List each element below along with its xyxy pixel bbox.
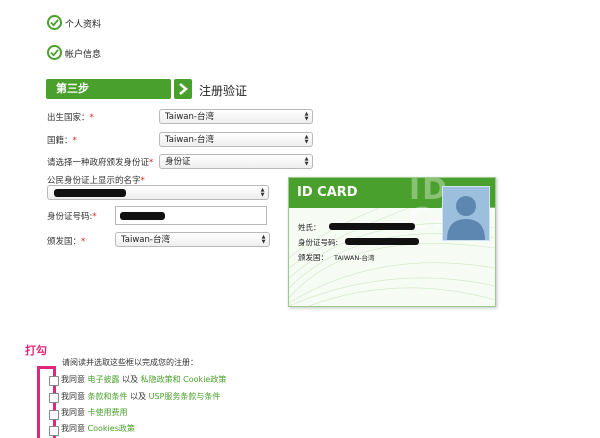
nationality-select[interactable]: Taiwan-台湾 ▲ ▼	[159, 132, 313, 147]
step-badge: 第三步	[46, 79, 171, 99]
select-arrows-icon: ▲ ▼	[304, 155, 309, 167]
id-type-select[interactable]: 身份证 ▲ ▼	[159, 154, 313, 169]
issuing-country-label: 颁发国：*	[47, 237, 86, 247]
select-arrows-icon: ▲ ▼	[304, 133, 309, 145]
agreement-row-3: 我同意 卡使用费用	[61, 408, 128, 417]
select-arrows-icon: ▲ ▼	[304, 110, 309, 122]
birth-country-label: 出生国家：*	[47, 113, 94, 123]
chevron-right-icon	[174, 79, 192, 99]
agreement-row-2: 我同意 条款和条件 以及 USP服务条款与条件	[61, 392, 221, 401]
id-photo-placeholder	[442, 186, 490, 241]
annotation-label: 打勾	[25, 344, 47, 357]
id-card-name-label: 姓氏：	[298, 223, 321, 232]
agreement-checkbox-2[interactable]	[49, 393, 59, 403]
id-number-input[interactable]	[115, 206, 267, 225]
id-number-label: 身份证号码:*	[47, 212, 97, 222]
id-card-title: ID CARD	[297, 185, 358, 200]
privacy-cookie-link[interactable]: 私隐政策和 Cookie政策	[141, 375, 227, 384]
redaction	[120, 212, 165, 220]
check-icon	[47, 15, 62, 30]
issuing-country-select[interactable]: Taiwan-台湾 ▲ ▼	[115, 232, 270, 247]
id-card-illustration: ID CARD ID CARD 姓氏： 身份证号码: 颁发国： TAIWAN-台…	[288, 177, 496, 307]
step-title: 注册验证	[199, 84, 248, 98]
usp-terms-link[interactable]: USP服务条款与条件	[149, 392, 221, 401]
terms-link[interactable]: 条款和条件	[88, 392, 128, 401]
select-arrows-icon: ▲ ▼	[261, 233, 266, 245]
id-card-issuer-value: TAIWAN-台湾	[334, 254, 375, 262]
agreement-checkbox-3[interactable]	[49, 410, 59, 420]
id-type-label: 请选择一种政府颁发身份证*	[47, 158, 154, 168]
agreement-checkbox-4[interactable]	[49, 426, 59, 436]
redaction	[345, 238, 419, 245]
name-on-id-select[interactable]: ▲ ▼	[47, 185, 269, 200]
select-arrows-icon: ▲ ▼	[260, 186, 265, 198]
redaction	[329, 223, 415, 230]
id-card-issuer-label: 颁发国：	[298, 253, 328, 262]
card-fees-link[interactable]: 卡使用费用	[88, 408, 128, 417]
agreement-row-4: 我同意 Cookies政策	[61, 424, 135, 433]
check-icon	[47, 45, 62, 60]
cookies-policy-link[interactable]: Cookies政策	[88, 424, 135, 433]
redaction	[54, 189, 126, 197]
step-completed-account: 帐户信息	[65, 50, 102, 60]
agreement-checkbox-1[interactable]	[49, 376, 59, 386]
agreement-instruction: 请阅读并选取这些框以完成您的注册：	[62, 358, 198, 367]
id-card-id-label: 身份证号码:	[298, 238, 339, 247]
agreement-row-1: 我同意 电子披露 以及 私隐政策和 Cookie政策	[61, 375, 227, 384]
step-completed-profile: 个人资料	[65, 20, 102, 30]
nationality-label: 国籍：*	[47, 136, 77, 146]
birth-country-select[interactable]: Taiwan-台湾 ▲ ▼	[159, 109, 313, 124]
e-disclosure-link[interactable]: 电子披露	[88, 375, 120, 384]
